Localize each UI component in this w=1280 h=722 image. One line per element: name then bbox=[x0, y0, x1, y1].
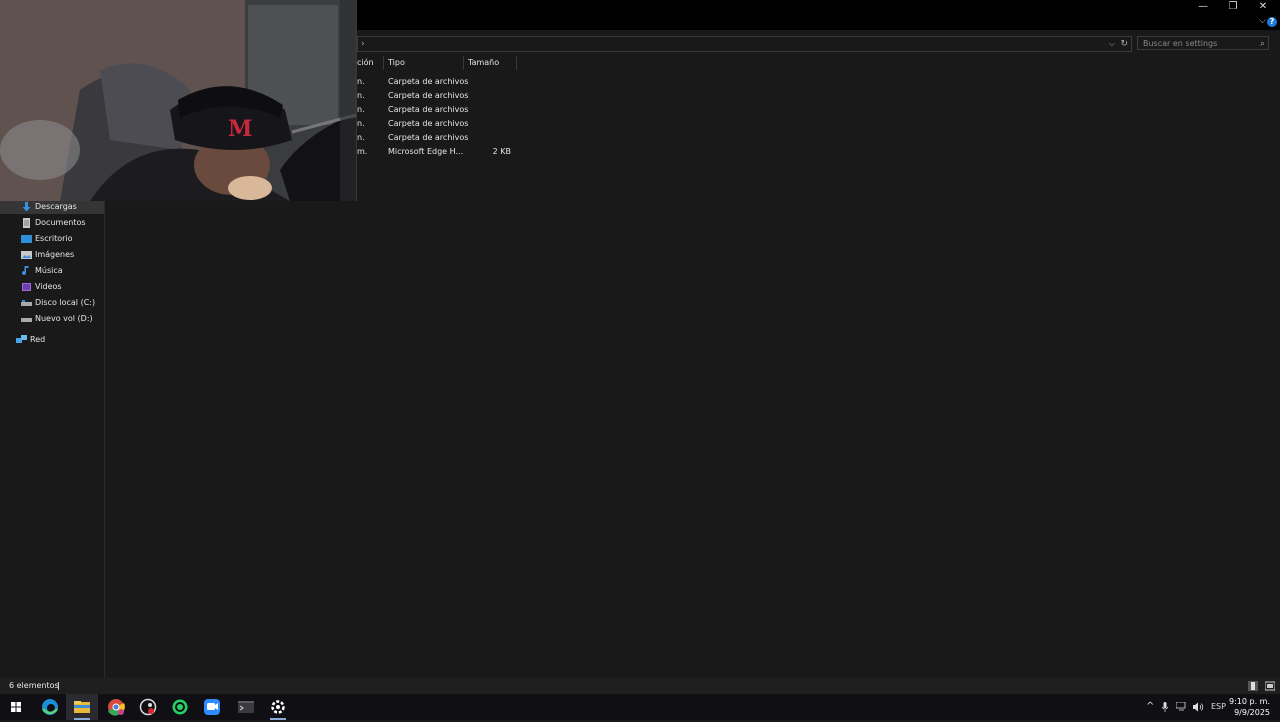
settings-icon bbox=[271, 700, 285, 714]
cell-type: Carpeta de archivos bbox=[388, 91, 469, 100]
sidebar-item-descargas[interactable]: Descargas bbox=[0, 200, 104, 214]
taskbar-terminal[interactable] bbox=[230, 694, 262, 720]
search-input[interactable]: Buscar en settings ⌕ bbox=[1137, 36, 1269, 50]
taskbar: ^ ESP 9:10 p. m. 9/9/2025 bbox=[0, 694, 1280, 720]
network-status-icon[interactable] bbox=[1176, 702, 1188, 712]
cell-date: m. bbox=[357, 147, 368, 156]
sidebar-item-label: Música bbox=[35, 266, 63, 275]
cell-date: n. bbox=[357, 77, 365, 86]
search-icon[interactable]: ⌕ bbox=[1260, 37, 1265, 51]
minimize-button[interactable]: — bbox=[1188, 0, 1218, 14]
file-row[interactable]: n. Carpeta de archivos bbox=[357, 103, 517, 117]
microphone-icon[interactable] bbox=[1161, 702, 1169, 712]
taskbar-settings[interactable] bbox=[262, 694, 294, 720]
tray-chevron-icon[interactable]: ^ bbox=[1146, 694, 1154, 720]
file-row[interactable]: m. Microsoft Edge H... 2 KB bbox=[357, 145, 517, 159]
taskbar-chrome[interactable] bbox=[100, 694, 132, 720]
clock-time: 9:10 p. m. bbox=[1228, 697, 1270, 706]
cell-date: n. bbox=[357, 119, 365, 128]
item-count: 6 elementos bbox=[9, 681, 59, 690]
cell-date: n. bbox=[357, 133, 365, 142]
address-dropdown-icon[interactable]: ⌵ bbox=[1109, 37, 1115, 51]
sidebar-item-documentos[interactable]: Documentos bbox=[0, 216, 104, 230]
volume-icon[interactable] bbox=[1192, 702, 1204, 712]
sidebar-item-label: Descargas bbox=[35, 202, 77, 211]
sidebar-item-label: Disco local (C:) bbox=[35, 298, 96, 307]
network-icon bbox=[16, 335, 27, 343]
sidebar-item-red[interactable]: Red bbox=[0, 333, 104, 347]
sidebar-item-label: Imágenes bbox=[35, 250, 75, 259]
column-header-size[interactable]: Tamaño bbox=[468, 56, 499, 70]
webcam-overlay: M bbox=[0, 0, 357, 201]
search-placeholder: Buscar en settings bbox=[1143, 39, 1218, 48]
sidebar-item-label: Documentos bbox=[35, 218, 86, 227]
column-divider[interactable] bbox=[516, 56, 517, 70]
sidebar-item-label: Videos bbox=[35, 282, 62, 291]
sidebar-item-nuevo-vol-d[interactable]: Nuevo vol (D:) bbox=[0, 312, 104, 326]
cell-type: Carpeta de archivos bbox=[388, 119, 469, 128]
file-row[interactable]: n. Carpeta de archivos bbox=[357, 75, 517, 89]
details-view-icon[interactable] bbox=[1248, 681, 1258, 691]
svg-text:M: M bbox=[228, 116, 252, 142]
close-button[interactable]: ✕ bbox=[1248, 0, 1278, 14]
clock-date: 9/9/2025 bbox=[1234, 708, 1270, 717]
restore-button[interactable]: ❐ bbox=[1218, 0, 1248, 14]
cell-size: 2 KB bbox=[492, 147, 511, 156]
whatsapp-icon bbox=[172, 699, 188, 715]
file-row[interactable]: n. Carpeta de archivos bbox=[357, 131, 517, 145]
desktop-icon bbox=[21, 235, 32, 243]
document-icon bbox=[23, 218, 30, 228]
help-icon[interactable]: ? bbox=[1267, 17, 1277, 27]
terminal-icon bbox=[238, 701, 254, 713]
sidebar-item-label: Escritorio bbox=[35, 234, 73, 243]
taskbar-steam[interactable] bbox=[132, 694, 164, 720]
column-header-date[interactable]: ción bbox=[357, 56, 374, 70]
sidebar-item-videos[interactable]: Videos bbox=[0, 280, 104, 294]
file-explorer-icon bbox=[74, 701, 90, 713]
edge-icon bbox=[42, 699, 58, 715]
chrome-icon bbox=[108, 699, 125, 716]
clock[interactable]: 9:10 p. m. 9/9/2025 bbox=[1229, 696, 1270, 718]
cell-date: n. bbox=[357, 91, 365, 100]
address-bar[interactable]: › ⌵ ↻ bbox=[357, 36, 1132, 52]
download-icon bbox=[22, 202, 31, 212]
refresh-icon[interactable]: ↻ bbox=[1120, 37, 1128, 51]
breadcrumb-chevron-icon[interactable]: › bbox=[361, 37, 365, 51]
drive-icon bbox=[21, 318, 32, 322]
sidebar-item-musica[interactable]: Música bbox=[0, 264, 104, 278]
expand-ribbon-icon[interactable]: ⌵ bbox=[1259, 16, 1266, 26]
cell-type: Carpeta de archivos bbox=[388, 105, 469, 114]
cell-type: Microsoft Edge H... bbox=[388, 147, 464, 156]
column-header-type[interactable]: Tipo bbox=[388, 56, 405, 70]
file-row[interactable]: n. Carpeta de archivos bbox=[357, 117, 517, 131]
sidebar-item-escritorio[interactable]: Escritorio bbox=[0, 232, 104, 246]
webcam-photo: M bbox=[0, 0, 357, 201]
status-divider bbox=[58, 682, 59, 690]
language-indicator[interactable]: ESP bbox=[1211, 694, 1226, 720]
status-bar: 6 elementos bbox=[0, 678, 1280, 694]
sidebar-item-label: Nuevo vol (D:) bbox=[35, 314, 93, 323]
drive-icon bbox=[21, 300, 32, 306]
large-icons-view-icon[interactable] bbox=[1265, 681, 1275, 691]
start-button[interactable] bbox=[0, 694, 32, 720]
taskbar-file-explorer[interactable] bbox=[66, 694, 98, 720]
cell-type: Carpeta de archivos bbox=[388, 133, 469, 142]
column-divider[interactable] bbox=[383, 56, 384, 70]
cell-type: Carpeta de archivos bbox=[388, 77, 469, 86]
sidebar-item-imagenes[interactable]: Imágenes bbox=[0, 248, 104, 262]
cell-date: n. bbox=[357, 105, 365, 114]
taskbar-edge[interactable] bbox=[34, 694, 66, 720]
zoom-icon bbox=[204, 699, 220, 715]
sidebar-item-label: Red bbox=[30, 335, 46, 344]
file-row[interactable]: n. Carpeta de archivos bbox=[357, 89, 517, 103]
taskbar-zoom[interactable] bbox=[196, 694, 228, 720]
taskbar-whatsapp[interactable] bbox=[164, 694, 196, 720]
sidebar-item-disco-c[interactable]: Disco local (C:) bbox=[0, 296, 104, 310]
music-icon bbox=[22, 266, 29, 276]
video-icon bbox=[22, 283, 31, 291]
start-icon bbox=[11, 702, 21, 712]
steam-icon bbox=[139, 698, 157, 716]
pictures-icon bbox=[21, 251, 32, 259]
column-divider[interactable] bbox=[463, 56, 464, 70]
